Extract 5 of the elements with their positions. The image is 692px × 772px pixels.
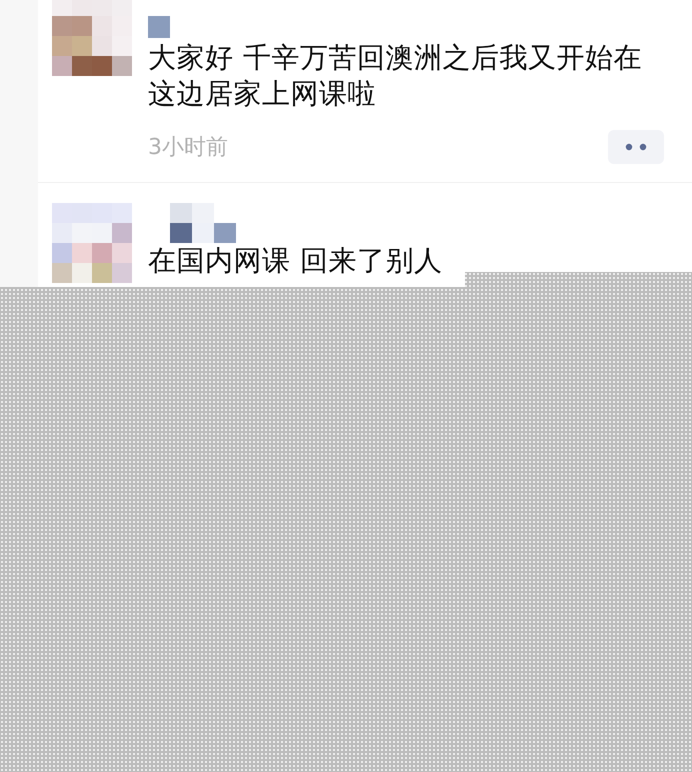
post-text: 在国内网课 回来了别人 bbox=[148, 243, 444, 279]
post-time: 3小时前 bbox=[148, 134, 228, 162]
more-button[interactable] bbox=[608, 130, 664, 164]
post-text: 大家好 千辛万苦回澳洲之后我又开始在这边居家上网课啦 bbox=[148, 40, 643, 112]
dots-icon bbox=[625, 143, 647, 151]
